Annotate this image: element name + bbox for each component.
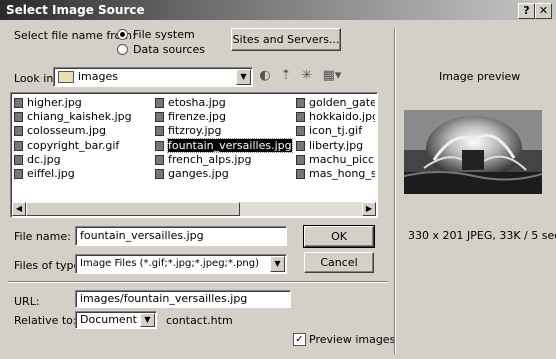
list-item[interactable]: french_alps.jpg [154,153,299,167]
image-file-icon [296,168,305,179]
image-file-icon [155,168,164,179]
file-column-1: higher.jpg chiang_kaishek.jpg colosseum.… [13,96,158,181]
relative-document-name: contact.htm [166,314,233,327]
image-file-icon [155,98,164,108]
dialog-title: Select Image Source [6,3,145,17]
back-icon[interactable]: ◐ [257,68,273,84]
image-file-icon [14,98,23,108]
scroll-left-icon[interactable]: ◀ [12,202,26,216]
list-item[interactable]: eiffel.jpg [13,167,158,181]
image-file-icon [14,168,23,179]
files-of-type-label: Files of type: [14,259,85,272]
image-file-icon [296,140,305,151]
list-item[interactable]: higher.jpg [13,96,158,110]
image-file-icon [296,112,305,123]
image-file-icon [14,140,23,151]
list-item[interactable]: mas_hong_son.jpg [295,167,375,181]
file-list[interactable]: higher.jpg chiang_kaishek.jpg colosseum.… [10,92,378,218]
image-file-icon [296,154,305,165]
file-column-2: etosha.jpg firenze.jpg fitzroy.jpg fount… [154,96,299,181]
scroll-right-icon[interactable]: ▶ [362,202,376,216]
view-menu-icon[interactable]: ▦▾ [321,68,343,84]
list-item[interactable]: etosha.jpg [154,96,299,110]
file-system-radio[interactable] [117,29,128,40]
list-item[interactable]: firenze.jpg [154,110,299,124]
url-label: URL: [14,295,40,308]
list-item[interactable]: golden_gate.jpg [295,96,375,110]
list-item[interactable]: dc.jpg [13,153,158,167]
vertical-divider [394,28,396,354]
sites-and-servers-button[interactable]: Sites and Servers... [231,28,341,51]
look-in-dropdown[interactable]: images ▼ [53,67,253,87]
chevron-down-icon[interactable]: ▼ [270,256,285,272]
list-item[interactable]: copyright_bar.gif [13,139,158,153]
file-column-3: golden_gate.jpg hokkaido.jpg icon_tj.gif… [295,96,375,181]
cancel-button[interactable]: Cancel [304,252,374,273]
image-file-icon [155,154,164,165]
image-file-icon [296,98,305,108]
ok-button[interactable]: OK [303,225,375,248]
new-folder-icon[interactable]: ✳ [299,68,315,84]
look-in-value: images [78,70,118,83]
image-file-icon [155,126,164,137]
image-file-icon [296,126,305,137]
files-of-type-dropdown[interactable]: Image Files (*.gif;*.jpg;*.jpeg;*.png) ▼ [75,254,287,274]
select-image-source-dialog: Select Image Source ? ✕ Select file name… [0,0,556,359]
title-bar[interactable]: Select Image Source ? ✕ [0,0,556,20]
close-button[interactable]: ✕ [535,3,552,19]
image-file-icon [14,126,23,137]
divider [8,281,388,283]
help-button[interactable]: ? [518,3,535,19]
data-sources-radio[interactable] [117,44,128,55]
look-in-label: Look in: [14,72,57,85]
file-name-input[interactable]: fountain_versailles.jpg [75,226,287,246]
preview-images-label[interactable]: Preview images [309,333,395,346]
list-item[interactable]: colosseum.jpg [13,124,158,138]
scroll-thumb[interactable] [26,202,240,216]
fountain-photo [404,110,542,194]
list-item[interactable]: hokkaido.jpg [295,110,375,124]
image-preview [404,110,542,194]
list-item[interactable]: fitzroy.jpg [154,124,299,138]
preview-title: Image preview [439,70,521,83]
list-item[interactable]: chiang_kaishek.jpg [13,110,158,124]
image-file-icon [155,112,164,123]
image-file-icon [14,154,23,165]
list-item[interactable]: machu_picchu.jpg [295,153,375,167]
file-system-label[interactable]: File system [133,28,195,41]
image-file-icon [14,112,23,123]
file-name-label: File name: [14,230,71,243]
list-item-selected[interactable]: fountain_versailles.jpg [154,137,299,153]
relative-to-label: Relative to: [14,314,77,327]
data-sources-label[interactable]: Data sources [133,43,205,56]
list-item[interactable]: ganges.jpg [154,167,299,181]
preview-info: 330 x 201 JPEG, 33K / 5 sec [408,229,556,242]
preview-images-checkbox[interactable]: ✓ [293,333,306,346]
relative-to-dropdown[interactable]: Document ▼ [75,311,157,329]
url-input[interactable]: images/fountain_versailles.jpg [75,290,291,308]
up-folder-icon[interactable]: ⇡ [278,68,294,84]
image-file-icon [155,140,164,151]
list-item[interactable]: liberty.jpg [295,139,375,153]
list-item[interactable]: icon_tj.gif [295,124,375,138]
chevron-down-icon[interactable]: ▼ [140,313,155,327]
horizontal-scrollbar[interactable]: ◀ ▶ [12,202,376,216]
chevron-down-icon[interactable]: ▼ [236,69,251,85]
folder-icon [58,71,74,83]
